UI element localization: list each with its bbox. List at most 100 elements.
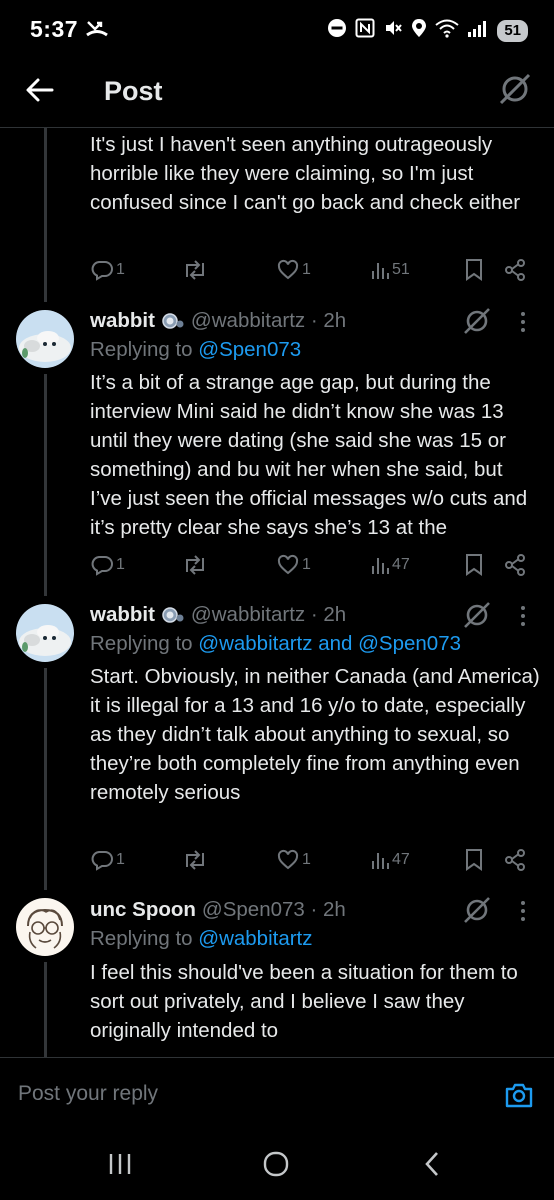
views-icon <box>372 263 389 279</box>
home-button[interactable] <box>256 1148 296 1180</box>
reply-button[interactable]: 1 <box>90 846 125 874</box>
avatar[interactable] <box>16 898 74 956</box>
recents-button[interactable] <box>100 1148 140 1180</box>
tweet-actions: 1 1 47 <box>90 846 530 874</box>
status-bar: 5:37 51 <box>0 0 554 60</box>
display-name[interactable]: wabbit <box>90 309 155 333</box>
replying-to-link[interactable]: @wabbitartz <box>198 927 312 950</box>
grok-button[interactable] <box>498 72 532 106</box>
grok-button[interactable] <box>462 600 492 630</box>
reply-icon <box>91 556 113 576</box>
avatar[interactable] <box>16 310 74 368</box>
tweet-actions: 1 1 51 <box>90 256 530 284</box>
dnd-icon <box>327 18 347 43</box>
bookmark-icon <box>466 259 482 281</box>
bookmark-button[interactable] <box>464 256 484 284</box>
more-options-button[interactable] <box>518 899 528 923</box>
reply-icon <box>91 851 113 871</box>
like-icon <box>277 554 299 575</box>
thread-line <box>44 128 47 302</box>
reply-count: 1 <box>116 556 125 573</box>
more-options-button[interactable] <box>518 604 528 628</box>
like-count: 1 <box>302 556 311 573</box>
tweet-text: I feel this should've been a situation f… <box>90 961 518 1042</box>
share-button[interactable] <box>504 256 526 284</box>
nfc-icon <box>355 18 375 43</box>
replying-prefix: Replying to <box>90 632 199 655</box>
status-time: 5:37 <box>30 16 79 42</box>
views-icon <box>372 558 389 574</box>
views-icon <box>372 853 389 869</box>
retweet-button[interactable] <box>182 551 208 579</box>
status-icons: 51 <box>327 18 528 43</box>
share-button[interactable] <box>504 846 526 874</box>
more-icon <box>521 901 525 921</box>
retweet-button[interactable] <box>182 256 208 284</box>
app-header: Post <box>0 60 554 128</box>
handle-and-time: @wabbitartz · 2h <box>190 309 347 332</box>
grok-button[interactable] <box>462 895 492 925</box>
camera-icon <box>505 1083 533 1108</box>
tweet-header: wabbit @wabbitartz · 2h <box>90 600 346 630</box>
like-button[interactable]: 1 <box>276 846 311 874</box>
camera-button[interactable] <box>504 1080 534 1110</box>
recents-icon <box>109 1154 131 1174</box>
tweet-text: It’s a bit of a strange age gap, but dur… <box>90 371 528 539</box>
battery-indicator: 51 <box>497 19 528 42</box>
more-icon <box>521 312 525 332</box>
back-arrow-icon <box>26 78 54 102</box>
thread-line <box>44 668 47 890</box>
like-count: 1 <box>302 261 311 278</box>
like-button[interactable]: 1 <box>276 256 311 284</box>
share-icon <box>505 259 525 281</box>
home-icon <box>263 1151 289 1177</box>
reply-button[interactable]: 1 <box>90 256 125 284</box>
missed-call-icon <box>86 18 108 43</box>
retweet-icon <box>186 260 204 280</box>
handle-and-time: @wabbitartz · 2h <box>190 603 347 626</box>
back-nav-button[interactable] <box>412 1148 452 1180</box>
views-button[interactable]: 51 <box>370 256 410 284</box>
views-button[interactable]: 47 <box>370 551 410 579</box>
thread-line <box>44 962 47 1057</box>
tweet-text: It's just I haven't seen anything outrag… <box>90 133 521 214</box>
grok-icon <box>499 73 531 105</box>
replying-to-link[interactable]: @Spen073 <box>198 338 301 361</box>
avatar[interactable] <box>16 604 74 662</box>
signal-icon <box>467 18 489 43</box>
like-button[interactable]: 1 <box>276 551 311 579</box>
bookmark-icon <box>466 849 482 871</box>
reply-input[interactable]: Post your reply <box>18 1082 158 1106</box>
mute-icon <box>383 18 403 43</box>
bookmark-button[interactable] <box>464 551 484 579</box>
location-icon <box>411 18 427 43</box>
handle-and-time: @Spen073 · 2h <box>201 898 346 921</box>
replying-to: Replying to @Spen073 <box>90 338 301 362</box>
page-title: Post <box>104 76 163 106</box>
grok-button[interactable] <box>462 306 492 336</box>
display-name[interactable]: wabbit <box>90 603 155 627</box>
reply-count: 1 <box>116 851 125 868</box>
reply-button[interactable]: 1 <box>90 551 125 579</box>
replying-to-link[interactable]: @wabbitartz and @Spen073 <box>198 632 461 655</box>
view-count: 47 <box>392 556 410 573</box>
display-name[interactable]: unc Spoon <box>90 898 196 922</box>
share-button[interactable] <box>504 551 526 579</box>
more-icon <box>521 606 525 626</box>
views-button[interactable]: 47 <box>370 846 410 874</box>
system-nav-bar <box>0 1126 554 1200</box>
retweet-button[interactable] <box>182 846 208 874</box>
like-icon <box>277 259 299 280</box>
wifi-icon <box>435 18 459 43</box>
back-button[interactable] <box>24 74 56 106</box>
view-count: 51 <box>392 261 410 278</box>
more-options-button[interactable] <box>518 310 528 334</box>
grok-icon <box>464 602 490 628</box>
reply-count: 1 <box>116 261 125 278</box>
share-icon <box>505 554 525 576</box>
replying-to: Replying to @wabbitartz <box>90 927 313 951</box>
replying-prefix: Replying to <box>90 338 199 361</box>
back-nav-icon <box>425 1152 438 1176</box>
bookmark-button[interactable] <box>464 846 484 874</box>
replying-prefix: Replying to <box>90 927 199 950</box>
